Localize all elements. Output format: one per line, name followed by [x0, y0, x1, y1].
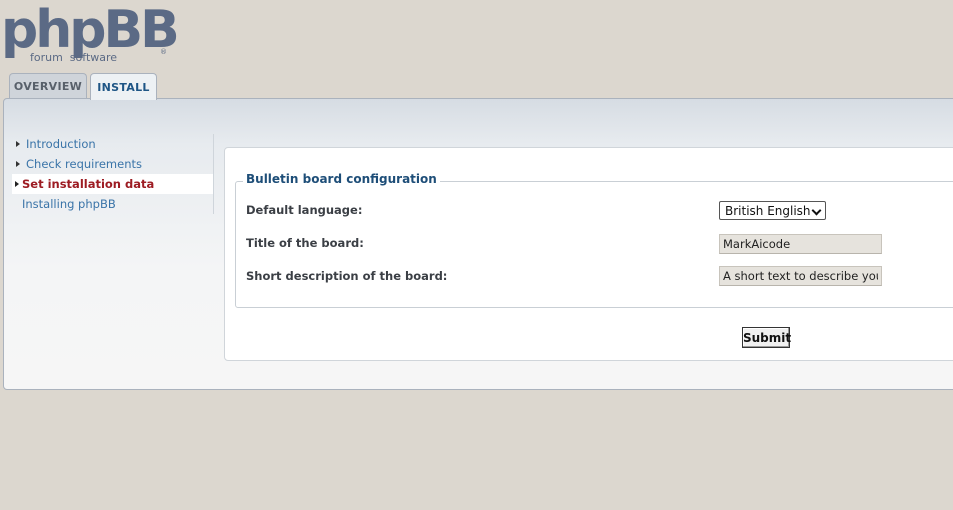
board-description-input[interactable]: [719, 266, 882, 286]
phpbb-logo: phpBB forum software ®: [0, 0, 180, 66]
menu-item-installing-phpbb[interactable]: Installing phpBB: [12, 194, 214, 214]
menu-item-label: Introduction: [26, 137, 96, 151]
logo-registered-mark: ®: [160, 48, 167, 56]
board-description-label: Short description of the board:: [246, 269, 448, 283]
triangle-right-icon: [16, 141, 20, 147]
triangle-right-icon: [15, 181, 19, 187]
menu-divider: [213, 134, 214, 214]
menu-item-set-installation-data[interactable]: Set installation data: [12, 174, 214, 194]
fieldset-legend: Bulletin board configuration: [243, 172, 440, 186]
menu-item-label: Check requirements: [26, 157, 142, 171]
tab-overview[interactable]: OVERVIEW: [9, 73, 87, 99]
menu-item-label: Installing phpBB: [22, 197, 116, 211]
submit-button[interactable]: Submit: [742, 327, 791, 348]
board-title-label: Title of the board:: [246, 236, 364, 250]
triangle-right-icon: [16, 161, 20, 167]
logo-tagline: forum software: [30, 51, 118, 64]
selected-language: British English: [725, 203, 811, 218]
menu-item-introduction[interactable]: Introduction: [12, 134, 214, 154]
board-title-input[interactable]: [719, 234, 882, 254]
menu-item-check-requirements[interactable]: Check requirements: [12, 154, 214, 174]
menu-item-label: Set installation data: [22, 177, 155, 191]
install-step-menu: Introduction Check requirements Set inst…: [12, 134, 214, 214]
chevron-down-icon: [811, 205, 822, 216]
default-language-select[interactable]: British English: [719, 201, 826, 220]
tab-install[interactable]: INSTALL: [90, 73, 157, 100]
default-language-label: Default language:: [246, 203, 363, 217]
